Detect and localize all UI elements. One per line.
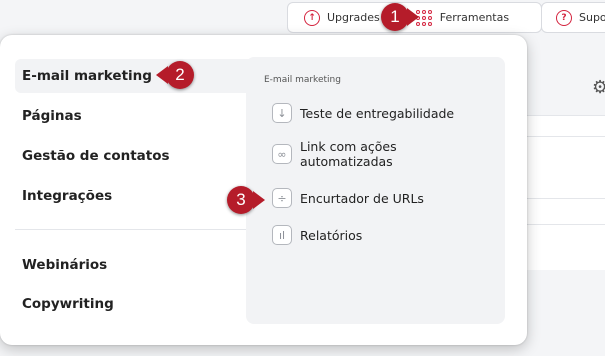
submenu-item-label: Link com ações automatizadas [300,139,397,169]
submenu-item-teste-entregabilidade[interactable]: ↓ Teste de entregabilidade [272,103,454,123]
menu-item-email-marketing[interactable]: E-mail marketing [22,68,152,84]
divider [527,224,605,225]
help-icon: ? [556,9,572,26]
submenu-item-encurtador-urls[interactable]: ÷ Encurtador de URLs [272,188,424,208]
gear-icon[interactable]: ⚙ [592,77,605,98]
bar-chart-icon: ıl [272,225,292,245]
submenu-item-label: Encurtador de URLs [300,190,424,206]
tools-dropdown-menu: E-mail marketing Páginas Gestão de conta… [0,35,527,345]
shorten-icon: ÷ [272,188,292,208]
support-label: Supo [579,11,605,24]
link-icon: ∞ [272,144,292,164]
menu-item-paginas[interactable]: Páginas [22,108,82,124]
menu-item-webinarios[interactable]: Webinários [22,257,107,273]
divider [527,198,605,199]
menu-item-integracoes[interactable]: Integrações [22,188,112,204]
submenu-item-link-acoes[interactable]: ∞ Link com ações automatizadas [272,139,422,169]
submenu-item-label: Relatórios [300,227,363,243]
divider [527,136,605,137]
support-button[interactable]: ? Supo [541,2,605,33]
step-badge-2: 2 [156,61,194,89]
top-bar: ↑ Upgrades Ferramentas ? Supo [0,0,605,36]
submenu-item-relatorios[interactable]: ıl Relatórios [272,225,362,245]
step-badge-1: 1 [381,3,419,31]
ferramentas-button[interactable]: Ferramentas [440,11,509,24]
step-badge-3: 3 [227,186,265,214]
email-marketing-submenu: E-mail marketing ↓ Teste de entregabilid… [246,57,505,324]
arrow-up-icon: ↑ [304,9,320,26]
menu-item-copywriting[interactable]: Copywriting [22,296,114,312]
background-panel [527,115,605,270]
download-icon: ↓ [272,103,292,123]
upgrades-button[interactable]: Upgrades [327,11,380,24]
submenu-title: E-mail marketing [264,75,341,85]
menu-item-gestao-contatos[interactable]: Gestão de contatos [22,148,170,164]
submenu-item-label: Teste de entregabilidade [300,105,455,121]
menu-divider [15,229,247,230]
